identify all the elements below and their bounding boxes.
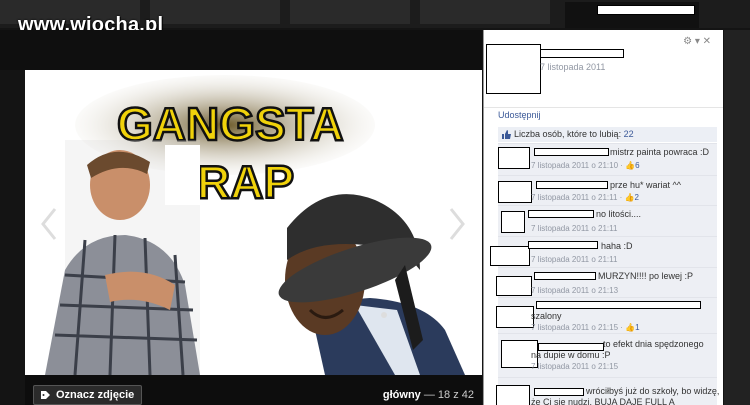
avatar-redacted <box>501 211 525 233</box>
name-redacted <box>528 241 598 249</box>
redaction-box <box>597 5 695 15</box>
top-right-banner <box>565 2 699 28</box>
comment-date: 7 listopada 2011 o 21:15 · 👍1 <box>531 323 640 332</box>
comment-date: 7 listopada 2011 o 21:11 <box>531 255 618 264</box>
avatar-redacted <box>498 147 530 169</box>
thumbnail[interactable] <box>420 0 550 24</box>
avatar-redacted <box>496 385 530 405</box>
comment-date: 7 listopada 2011 o 21:15 <box>531 362 619 371</box>
tag-photo-label: Oznacz zdjęcie <box>56 389 135 401</box>
comment-list: mistrz painta powraca :D 7 listopada 201… <box>490 143 720 405</box>
comment-text: MURZYN!!!! po lewej :P <box>598 271 694 281</box>
name-redacted <box>534 148 609 156</box>
rapper-figure <box>278 194 465 375</box>
panel-header: 7 listopada 2011 ⚙ ▾ ✕ <box>484 30 723 108</box>
comment: wróciłbyś już do szkoły, bo widzę, że Ci… <box>496 377 720 405</box>
thumbnail[interactable] <box>290 0 410 24</box>
avatar-redacted <box>490 246 530 266</box>
name-redacted <box>536 301 701 309</box>
name-redacted <box>534 388 584 396</box>
comment: no litości.... 7 listopada 2011 o 21:11 <box>498 205 717 236</box>
title-rap: RAP <box>197 156 294 208</box>
comment-text: mistrz painta powraca :D <box>610 147 710 157</box>
avatar-redacted <box>498 181 532 203</box>
comment: haha :D 7 listopada 2011 o 21:11 <box>490 236 717 267</box>
comment-text: no litości.... <box>596 209 642 219</box>
tag-photo-button[interactable]: Oznacz zdjęcie <box>33 385 143 405</box>
right-edge-strip <box>724 30 750 405</box>
thumbnail[interactable] <box>150 0 280 24</box>
viewer-top-band <box>0 30 482 70</box>
comment-text: haha :D <box>601 241 633 251</box>
photo-bottom-bar: Oznacz zdjęcie główny — 18 z 42 <box>25 375 482 405</box>
comment-date: 7 listopada 2011 o 21:11 <box>531 224 618 233</box>
name-redacted <box>536 181 608 189</box>
comment-date: 7 listopada 2011 o 21:11 · 👍2 <box>531 193 639 202</box>
previous-photo-arrow[interactable] <box>40 207 58 241</box>
photo-image: GANGSTA RAP <box>45 75 465 375</box>
comment: mistrz painta powraca :D 7 listopada 201… <box>498 143 717 175</box>
comment-text: to efekt dnia spędzonego <box>603 339 704 349</box>
photo-counter: — 18 z 42 <box>423 389 474 401</box>
avatar-redacted <box>496 306 534 328</box>
tag-icon <box>41 391 50 399</box>
photo[interactable]: GANGSTA RAP <box>25 70 482 375</box>
likes-count[interactable]: 22 <box>624 129 634 139</box>
comment-date: 7 listopada 2011 o 21:10 · 👍6 <box>531 161 640 170</box>
next-photo-arrow[interactable] <box>448 207 466 241</box>
post-date: 7 listopada 2011 <box>540 62 606 72</box>
comment-text: wróciłbyś już do szkoły, bo widzę, <box>586 386 720 396</box>
album-link[interactable]: główny <box>383 389 421 401</box>
comment: prze hu* wariat ^^ 7 listopada 2011 o 21… <box>498 175 717 205</box>
comment-date: 7 listopada 2011 o 21:13 <box>531 286 619 295</box>
share-link[interactable]: Udostępnij <box>498 110 541 120</box>
name-redacted <box>540 49 624 58</box>
comments-panel: 7 listopada 2011 ⚙ ▾ ✕ Udostępnij Liczba… <box>483 30 723 405</box>
name-redacted <box>534 272 596 280</box>
facebook-photo-viewer: www.wiocha.pl GANGSTA RAP Oznacz zdjęcie… <box>0 0 750 405</box>
comment-text: szalony <box>531 311 562 321</box>
pasted-person-figure <box>45 140 200 375</box>
avatar-redacted <box>496 276 532 296</box>
panel-controls[interactable]: ⚙ ▾ ✕ <box>683 36 711 47</box>
photo-position: główny — 18 z 42 <box>383 389 474 401</box>
thumbs-up-icon <box>502 130 511 139</box>
comment-text-line2: na dupie w domu :P <box>531 350 611 360</box>
likes-label: Liczba osób, które to lubią: <box>514 129 622 139</box>
comment: to efekt dnia spędzonego na dupie w domu… <box>498 333 717 377</box>
comment-text-line2: że Ci się nudzi. BUJA DAJE FULL A <box>531 397 675 405</box>
comment-text: prze hu* wariat ^^ <box>610 180 681 190</box>
comment: szalony 7 listopada 2011 o 21:15 · 👍1 <box>496 297 717 333</box>
likes-row: Liczba osób, które to lubią: 22 <box>498 127 717 142</box>
name-redacted <box>528 210 594 218</box>
comment: MURZYN!!!! po lewej :P 7 listopada 2011 … <box>496 267 717 297</box>
profile-picture-redacted <box>486 44 541 94</box>
